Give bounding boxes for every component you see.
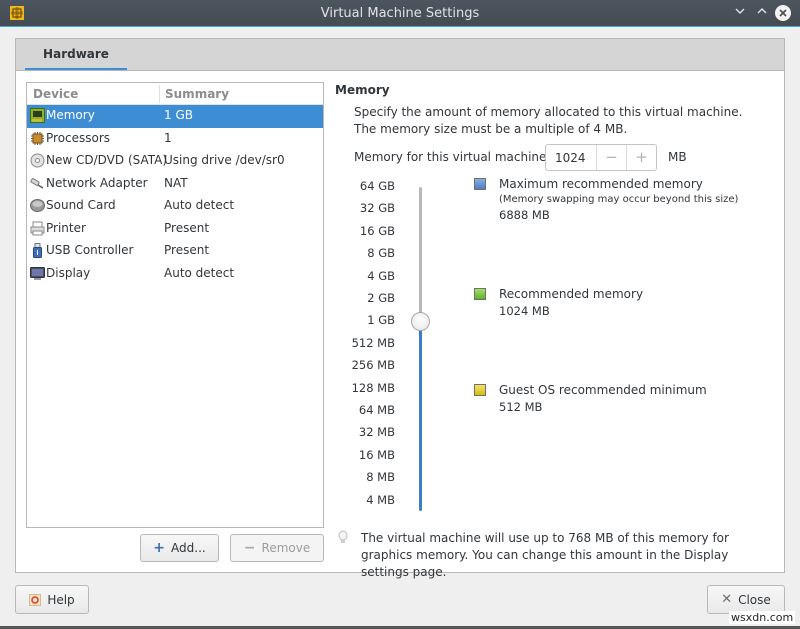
slider-tick-label: 128 MB	[351, 380, 395, 395]
device-row-sound-card[interactable]: Sound Card Auto detect	[27, 195, 323, 218]
sound-card-icon	[30, 199, 45, 212]
display-icon	[30, 266, 45, 280]
tab-bar: Hardware	[15, 38, 785, 71]
help-button[interactable]: Help	[15, 585, 89, 614]
maximize-button[interactable]	[754, 5, 770, 21]
slider-tick-label: 32 MB	[358, 425, 395, 440]
tab-hardware[interactable]: Hardware	[25, 39, 127, 71]
graphics-memory-hint: The virtual machine will use up to 768 M…	[361, 531, 729, 579]
memory-unit-label: MB	[668, 150, 687, 164]
device-list[interactable]: Device Summary Memory 1 GB Processors 1 …	[26, 82, 324, 528]
network-icon	[30, 177, 44, 189]
slider-tick-label: 32 GB	[359, 201, 395, 216]
memory-spinbox[interactable]: 1024 − +	[545, 144, 657, 171]
device-name: Memory	[46, 108, 95, 122]
device-list-header: Device Summary	[27, 83, 323, 105]
device-summary: NAT	[164, 175, 188, 190]
device-name: USB Controller	[46, 243, 134, 257]
help-icon	[29, 593, 42, 606]
add-button-label: Add...	[171, 541, 206, 555]
remove-button-label: Remove	[261, 541, 311, 555]
device-row-cd-dvd[interactable]: New CD/DVD (SATA) Using drive /dev/sr0	[27, 150, 323, 173]
memory-slider-fill[interactable]	[419, 321, 422, 511]
device-row-processors[interactable]: Processors 1	[27, 128, 323, 151]
minus-icon: −	[243, 540, 256, 556]
chevron-up-icon	[757, 8, 767, 14]
usb-icon	[33, 243, 42, 258]
device-row-printer[interactable]: Printer Present	[27, 218, 323, 241]
device-row-network-adapter[interactable]: Network Adapter NAT	[27, 173, 323, 196]
memory-description: Specify the amount of memory allocated t…	[354, 105, 743, 136]
close-button-label: Close	[738, 592, 771, 607]
device-name: Network Adapter	[46, 175, 148, 190]
add-device-button[interactable]: + Add...	[140, 534, 219, 562]
device-summary: 1 GB	[164, 108, 193, 122]
decrement-button[interactable]: −	[596, 145, 626, 170]
window-close-button[interactable]	[775, 5, 791, 21]
slider-tick-label: 2 GB	[367, 291, 395, 305]
column-separator	[159, 85, 160, 103]
slider-tick-label: 16 MB	[358, 447, 395, 462]
printer-icon	[30, 221, 45, 235]
device-summary: Auto detect	[164, 198, 235, 212]
memory-section-title: Memory	[335, 83, 390, 97]
device-summary: Present	[164, 243, 210, 257]
close-dialog-button[interactable]: ✕ Close	[707, 585, 785, 614]
legend-value: 6888 MB	[499, 208, 550, 222]
minimize-button[interactable]	[732, 5, 748, 21]
device-name: Display	[46, 265, 91, 280]
window-title: Virtual Machine Settings	[320, 6, 480, 21]
device-name: Sound Card	[46, 198, 116, 212]
slider-tick-label: 4 GB	[367, 268, 395, 283]
slider-tick-label: 8 MB	[366, 470, 395, 485]
memory-slider-track[interactable]	[419, 187, 422, 322]
column-header-device[interactable]: Device	[33, 87, 78, 101]
lightbulb-icon	[338, 530, 348, 543]
slider-tick-label: 16 GB	[359, 223, 395, 238]
chevron-down-icon	[735, 8, 745, 14]
help-button-label: Help	[47, 592, 75, 607]
legend-label: Guest OS recommended minimum	[499, 383, 707, 397]
slider-tick-label: 8 GB	[367, 246, 395, 261]
device-summary: Using drive /dev/sr0	[164, 153, 285, 167]
green-swatch-icon	[474, 288, 486, 300]
column-header-summary[interactable]: Summary	[165, 87, 229, 101]
slider-tick-label: 512 MB	[351, 335, 395, 350]
device-summary: 1	[164, 130, 172, 145]
remove-device-button[interactable]: − Remove	[230, 534, 324, 562]
legend-label: Recommended memory	[499, 287, 644, 301]
device-row-memory[interactable]: Memory 1 GB	[27, 105, 323, 128]
title-bar: Virtual Machine Settings	[0, 0, 800, 27]
device-name: Printer	[46, 220, 86, 235]
close-x-icon: ✕	[721, 592, 733, 607]
memory-icon	[30, 108, 45, 123]
processor-icon	[31, 131, 44, 145]
device-summary: Auto detect	[164, 265, 235, 280]
slider-tick-label: 64 MB	[358, 403, 395, 417]
yellow-swatch-icon	[474, 384, 486, 396]
slider-tick-label: 256 MB	[351, 358, 395, 373]
device-summary: Present	[164, 220, 210, 235]
memory-field-label: Memory for this virtual machine:	[354, 150, 551, 164]
device-name: Processors	[46, 130, 111, 145]
legend-value: 512 MB	[499, 400, 543, 414]
plus-icon: +	[153, 540, 166, 556]
slider-tick-label: 4 MB	[366, 492, 395, 507]
slider-tick-label: 64 GB	[359, 179, 395, 193]
slider-tick-label: 1 GB	[367, 313, 395, 328]
device-name: New CD/DVD (SATA)	[46, 153, 168, 167]
legend-label: Maximum recommended memory	[499, 177, 703, 191]
increment-button[interactable]: +	[626, 145, 656, 170]
blue-swatch-icon	[474, 178, 486, 190]
legend-note: (Memory swapping may occur beyond this s…	[499, 194, 739, 205]
memory-value-input[interactable]: 1024	[555, 151, 586, 165]
watermark: wsxdn.com	[729, 611, 796, 624]
device-row-display[interactable]: Display Auto detect	[27, 263, 323, 286]
device-row-usb-controller[interactable]: USB Controller Present	[27, 240, 323, 263]
close-icon	[779, 9, 787, 17]
legend-value: 1024 MB	[499, 304, 550, 318]
cd-dvd-icon	[30, 153, 45, 168]
